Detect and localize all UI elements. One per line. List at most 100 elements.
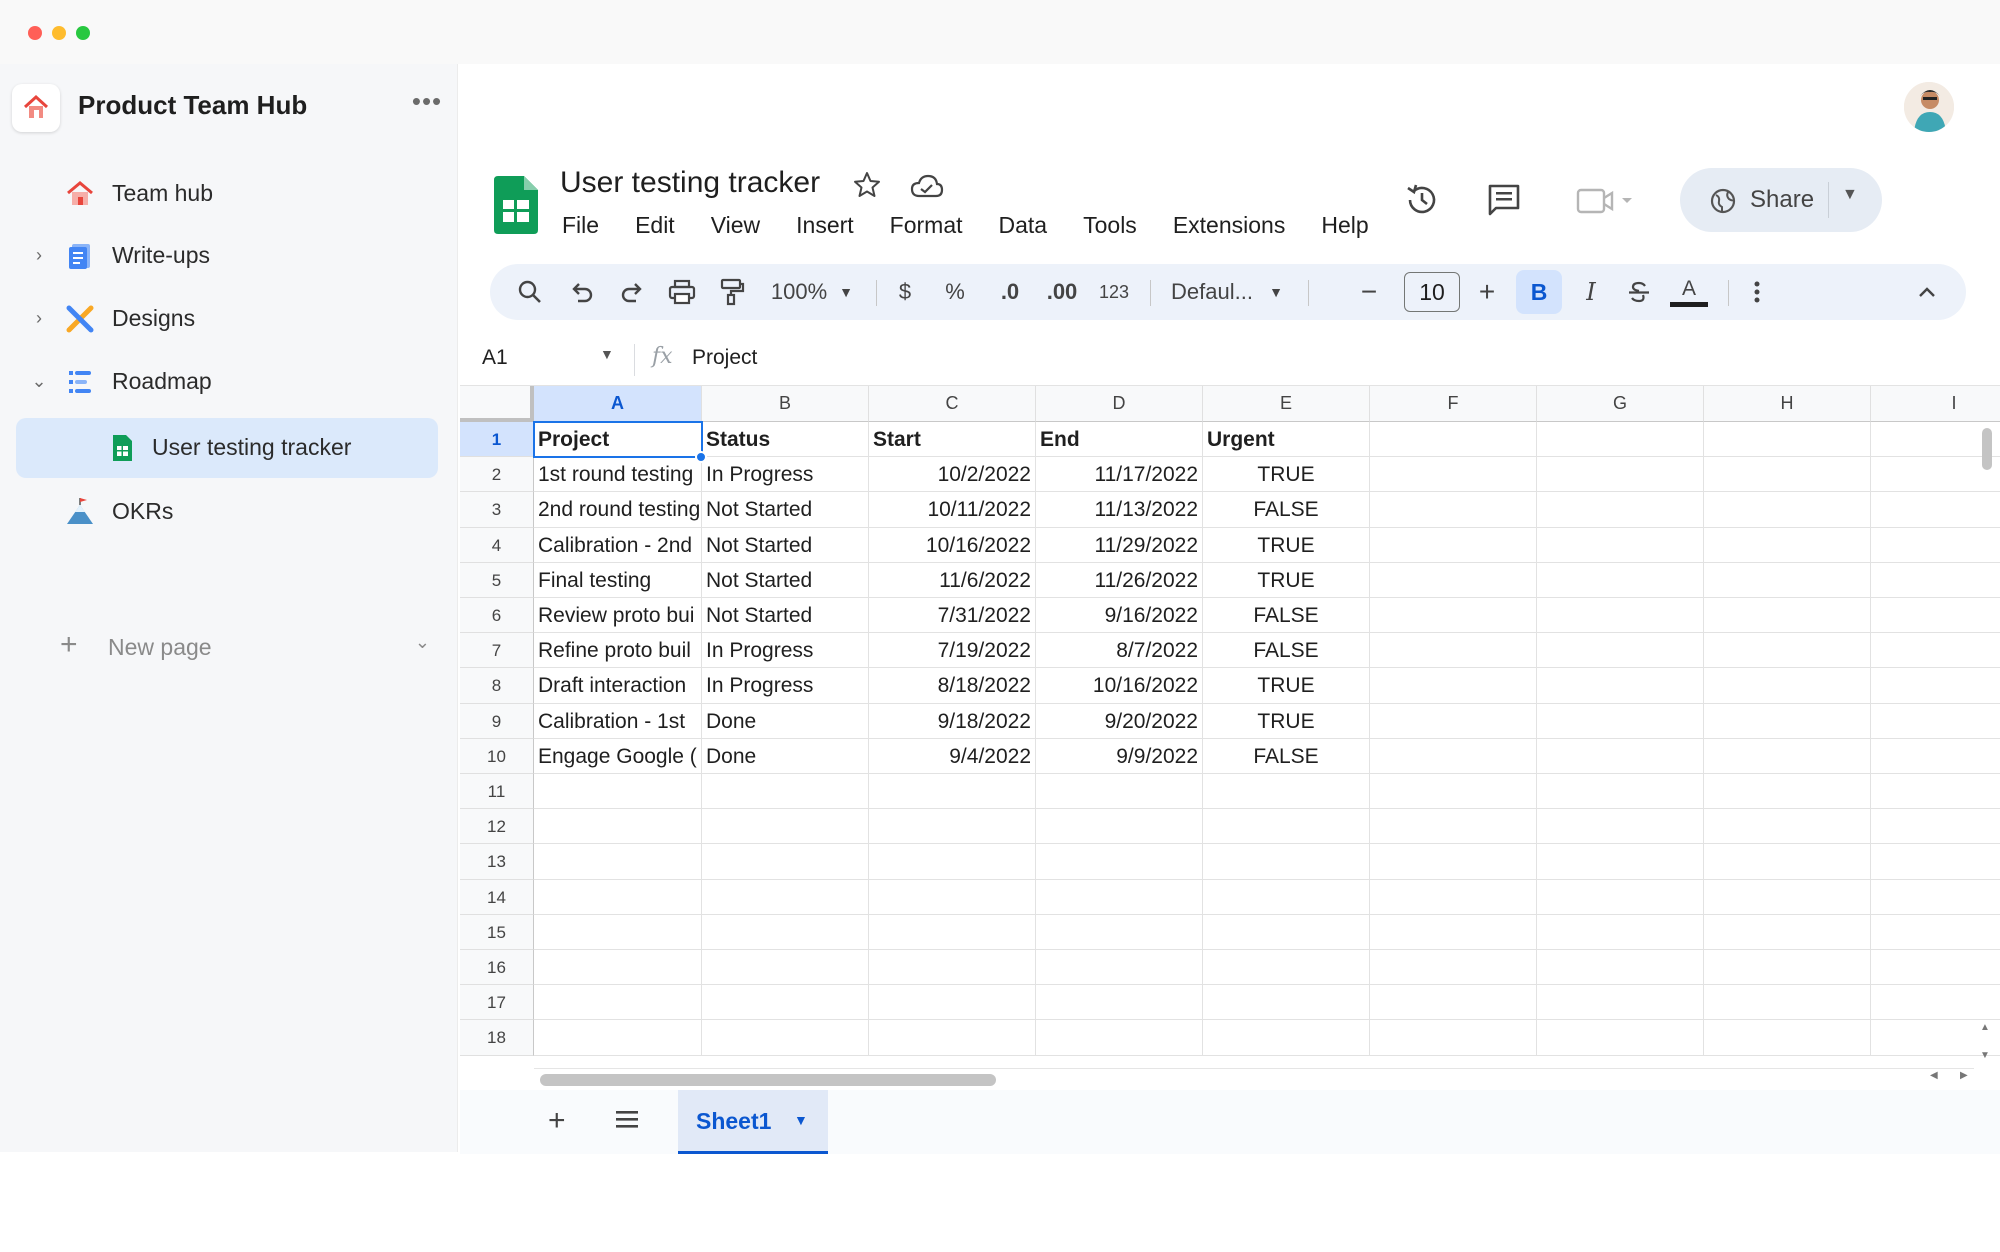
new-page-button[interactable]: + New page ⌄ [60, 628, 430, 664]
empty-cell[interactable] [1370, 879, 1537, 915]
menu-tools[interactable]: Tools [1077, 210, 1143, 242]
minimize-window-button[interactable] [52, 26, 66, 40]
table-cell[interactable]: 11/26/2022 [1036, 562, 1203, 598]
empty-cell[interactable] [1203, 879, 1370, 915]
table-cell[interactable]: 9/4/2022 [869, 738, 1036, 774]
scroll-up-arrow-icon[interactable]: ▲ [1980, 1022, 1990, 1033]
share-button[interactable]: Share ▼ [1680, 168, 1882, 232]
table-cell[interactable]: 11/29/2022 [1036, 527, 1203, 563]
scroll-down-arrow-icon[interactable]: ▼ [1980, 1050, 1990, 1061]
row-header-17[interactable]: 17 [460, 985, 534, 1021]
empty-cell[interactable] [1370, 950, 1537, 986]
row-header-11[interactable]: 11 [460, 774, 534, 810]
empty-cell[interactable] [702, 914, 869, 950]
row-header-12[interactable]: 12 [460, 809, 534, 845]
empty-cell[interactable] [1871, 457, 2000, 493]
table-cell[interactable]: Refine proto buil [534, 633, 702, 669]
menu-view[interactable]: View [705, 210, 766, 242]
empty-cell[interactable] [1370, 809, 1537, 845]
empty-cell[interactable] [1537, 668, 1704, 704]
empty-cell[interactable] [1704, 1020, 1871, 1056]
empty-cell[interactable] [1871, 528, 2000, 563]
empty-cell[interactable] [1036, 879, 1203, 915]
column-header-f[interactable]: F [1370, 386, 1537, 422]
empty-cell[interactable] [1704, 633, 1871, 669]
empty-cell[interactable] [1537, 914, 1704, 950]
empty-cell[interactable] [1203, 774, 1370, 810]
column-header-h[interactable]: H [1704, 386, 1871, 422]
table-cell[interactable]: 10/11/2022 [869, 492, 1036, 528]
empty-cell[interactable] [1370, 457, 1537, 493]
more-options-icon[interactable] [1742, 264, 1772, 320]
table-cell[interactable]: 7/19/2022 [869, 633, 1036, 669]
empty-cell[interactable] [534, 914, 702, 950]
empty-cell[interactable] [1370, 738, 1537, 774]
empty-cell[interactable] [1370, 985, 1537, 1021]
table-cell[interactable]: In Progress [702, 457, 869, 493]
row-header-4[interactable]: 4 [460, 527, 534, 563]
empty-cell[interactable] [534, 879, 702, 915]
table-cell[interactable]: Done [702, 738, 869, 774]
empty-cell[interactable] [1704, 457, 1871, 493]
version-history-icon[interactable] [1404, 182, 1440, 218]
header-cell[interactable]: Status [702, 422, 869, 458]
table-cell[interactable]: 10/16/2022 [869, 527, 1036, 563]
increase-decimal-button[interactable]: .00 [1040, 264, 1084, 320]
sidebar-item-roadmap[interactable]: ⌄ Roadmap [16, 352, 438, 412]
bold-button[interactable]: B [1516, 270, 1562, 314]
sheet-tab-sheet1[interactable]: Sheet1 ▼ [678, 1090, 828, 1154]
increase-font-size-button[interactable]: + [1472, 264, 1502, 320]
name-box-caret-icon[interactable]: ▼ [600, 346, 614, 362]
empty-cell[interactable] [1370, 1020, 1537, 1056]
table-cell[interactable]: Final testing [534, 562, 702, 598]
empty-cell[interactable] [1537, 738, 1704, 774]
empty-cell[interactable] [702, 844, 869, 880]
currency-format-button[interactable]: $ [890, 264, 920, 320]
empty-cell[interactable] [1537, 633, 1704, 669]
empty-cell[interactable] [534, 1020, 702, 1056]
table-cell[interactable]: TRUE [1203, 457, 1370, 493]
empty-cell[interactable] [1871, 950, 2000, 986]
empty-cell[interactable] [702, 985, 869, 1021]
table-cell[interactable]: 10/16/2022 [1036, 668, 1203, 704]
empty-cell[interactable] [1704, 703, 1871, 739]
empty-cell[interactable] [702, 879, 869, 915]
decrease-font-size-button[interactable]: − [1354, 264, 1384, 320]
table-cell[interactable]: In Progress [702, 668, 869, 704]
menu-file[interactable]: File [556, 210, 605, 242]
print-icon[interactable] [662, 264, 702, 320]
table-cell[interactable]: 8/18/2022 [869, 668, 1036, 704]
empty-cell[interactable] [702, 809, 869, 845]
sidebar-item-user-testing-tracker[interactable]: User testing tracker [16, 418, 438, 478]
empty-cell[interactable] [702, 774, 869, 810]
table-cell[interactable]: 9/16/2022 [1036, 598, 1203, 634]
empty-cell[interactable] [1036, 950, 1203, 986]
row-header-1[interactable]: 1 [460, 422, 534, 458]
empty-cell[interactable] [1036, 809, 1203, 845]
font-size-input[interactable]: 10 [1404, 272, 1460, 312]
table-cell[interactable]: Not Started [702, 492, 869, 528]
number-format-button[interactable]: 123 [1094, 264, 1134, 320]
vertical-scrollbar[interactable] [1982, 428, 1992, 470]
select-all-corner[interactable] [460, 386, 534, 422]
empty-cell[interactable] [1537, 562, 1704, 598]
header-cell[interactable]: Urgent [1203, 422, 1370, 458]
document-title[interactable]: User testing tracker [560, 166, 820, 200]
empty-cell[interactable] [1871, 985, 2000, 1021]
sidebar-item-team-hub[interactable]: Team hub [16, 164, 438, 224]
empty-cell[interactable] [534, 950, 702, 986]
table-cell[interactable]: 8/7/2022 [1036, 633, 1203, 669]
table-cell[interactable]: 10/2/2022 [869, 457, 1036, 493]
empty-cell[interactable] [1537, 985, 1704, 1021]
table-cell[interactable]: 9/9/2022 [1036, 738, 1203, 774]
empty-cell[interactable] [1537, 527, 1704, 563]
table-cell[interactable]: Review proto bui [534, 598, 702, 634]
horizontal-scrollbar[interactable] [540, 1074, 996, 1086]
empty-cell[interactable] [1704, 527, 1871, 563]
empty-cell[interactable] [1537, 809, 1704, 845]
menu-edit[interactable]: Edit [629, 210, 681, 242]
empty-cell[interactable] [534, 844, 702, 880]
row-header-8[interactable]: 8 [460, 668, 534, 704]
menu-data[interactable]: Data [993, 210, 1054, 242]
table-cell[interactable]: FALSE [1203, 738, 1370, 774]
